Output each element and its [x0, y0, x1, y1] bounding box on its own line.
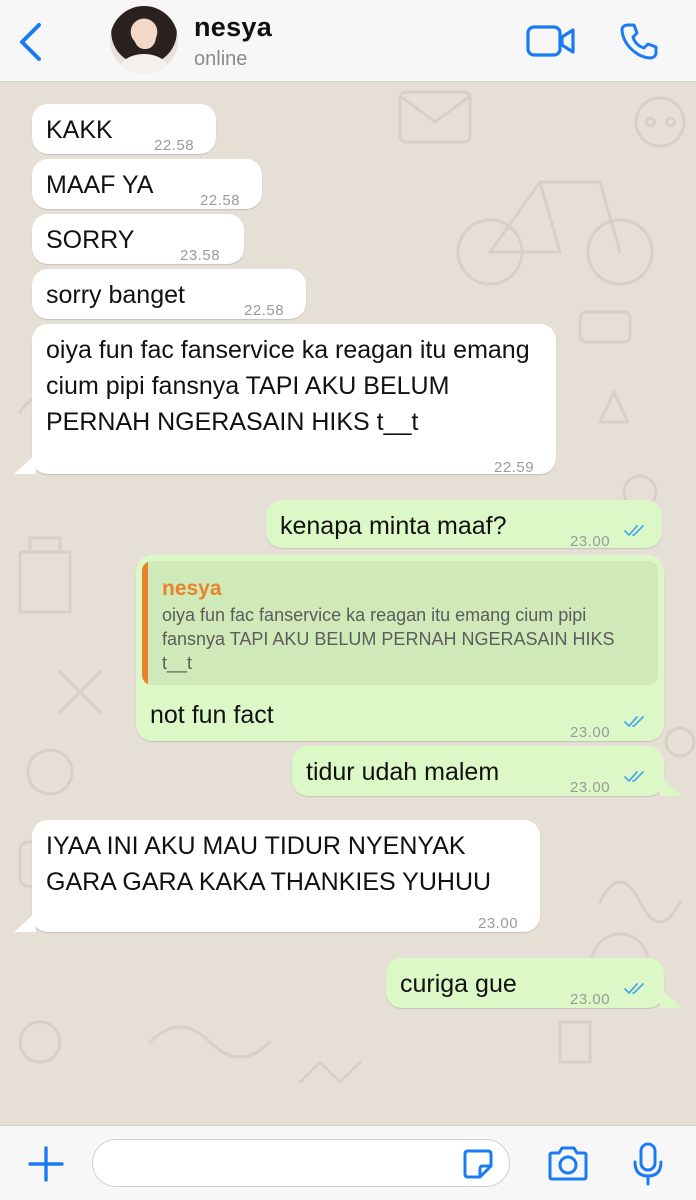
message-bubble-in[interactable]: SORRY 23.58 [32, 214, 244, 264]
chat-header: nesya online [0, 0, 696, 82]
sticker-icon [463, 1149, 493, 1179]
phone-icon [620, 23, 658, 60]
message-text: curiga gue [400, 970, 517, 998]
microphone-button[interactable] [626, 1140, 670, 1188]
message-bubble-out[interactable]: curiga gue 23.00 [386, 958, 664, 1008]
sticker-button[interactable] [460, 1146, 496, 1182]
read-receipt-icon [624, 525, 644, 536]
contact-status: online [194, 48, 248, 70]
message-text: KAKK [46, 116, 113, 144]
avatar-shoulders [120, 54, 168, 74]
chevron-left-icon [20, 23, 41, 61]
contact-name[interactable]: nesya [194, 12, 272, 43]
read-receipt-icon [624, 716, 644, 727]
message-text: kenapa minta maaf? [280, 512, 507, 540]
message-text: tidur udah malem [306, 758, 500, 786]
message-bubble-out[interactable]: nesya oiya fun fac fanservice ka reagan … [136, 555, 664, 741]
reply-quote[interactable]: nesya oiya fun fac fanservice ka reagan … [142, 561, 658, 685]
plus-icon [28, 1146, 64, 1182]
message-bubble-out[interactable]: tidur udah malem 23.00 [292, 746, 664, 796]
message-text: SORRY [46, 226, 135, 254]
microphone-icon [633, 1142, 663, 1186]
message-text: oiya fun fac fanservice ka reagan itu em… [46, 336, 530, 436]
message-text: not fun fact [150, 701, 274, 729]
back-button[interactable] [10, 20, 50, 64]
message-bubble-out[interactable]: kenapa minta maaf? 23.00 [266, 500, 662, 550]
camera-button[interactable] [544, 1142, 592, 1186]
composer-bar [0, 1125, 696, 1200]
contact-avatar[interactable] [110, 6, 178, 74]
quote-author: nesya [162, 577, 222, 600]
quote-text: oiya fun fac fanservice ka reagan itu em… [162, 605, 615, 673]
read-receipt-icon [624, 771, 644, 782]
message-bubble-in[interactable]: sorry banget 22.58 [32, 269, 306, 319]
message-input[interactable] [92, 1139, 510, 1187]
message-time: 23.00 [478, 915, 519, 932]
video-call-button[interactable] [526, 22, 576, 60]
attach-button[interactable] [24, 1142, 68, 1186]
camera-icon [548, 1146, 588, 1181]
message-text: IYAA INI AKU MAU TIDUR NYENYAK GARA GARA… [46, 832, 492, 896]
message-time: 23.00 [570, 991, 611, 1008]
message-bubble-in[interactable]: oiya fun fac fanservice ka reagan itu em… [32, 324, 556, 476]
quote-accent-bar [142, 561, 148, 685]
message-text: sorry banget [46, 281, 185, 309]
message-time: 22.59 [494, 459, 535, 476]
message-text: MAAF YA [46, 171, 154, 199]
read-receipt-icon [624, 983, 644, 994]
message-bubble-in[interactable]: IYAA INI AKU MAU TIDUR NYENYAK GARA GARA… [32, 820, 540, 932]
voice-call-button[interactable] [616, 18, 662, 64]
video-camera-icon [526, 25, 575, 57]
message-bubble-in[interactable]: MAAF YA 22.58 [32, 159, 262, 209]
message-time: 23.00 [570, 779, 611, 796]
avatar-face [134, 22, 156, 49]
chat-area[interactable]: KAKK 22.58 MAAF YA 22.58 SORRY 23.58 sor… [0, 82, 696, 1125]
message-bubble-in[interactable]: KAKK 22.58 [32, 104, 216, 154]
